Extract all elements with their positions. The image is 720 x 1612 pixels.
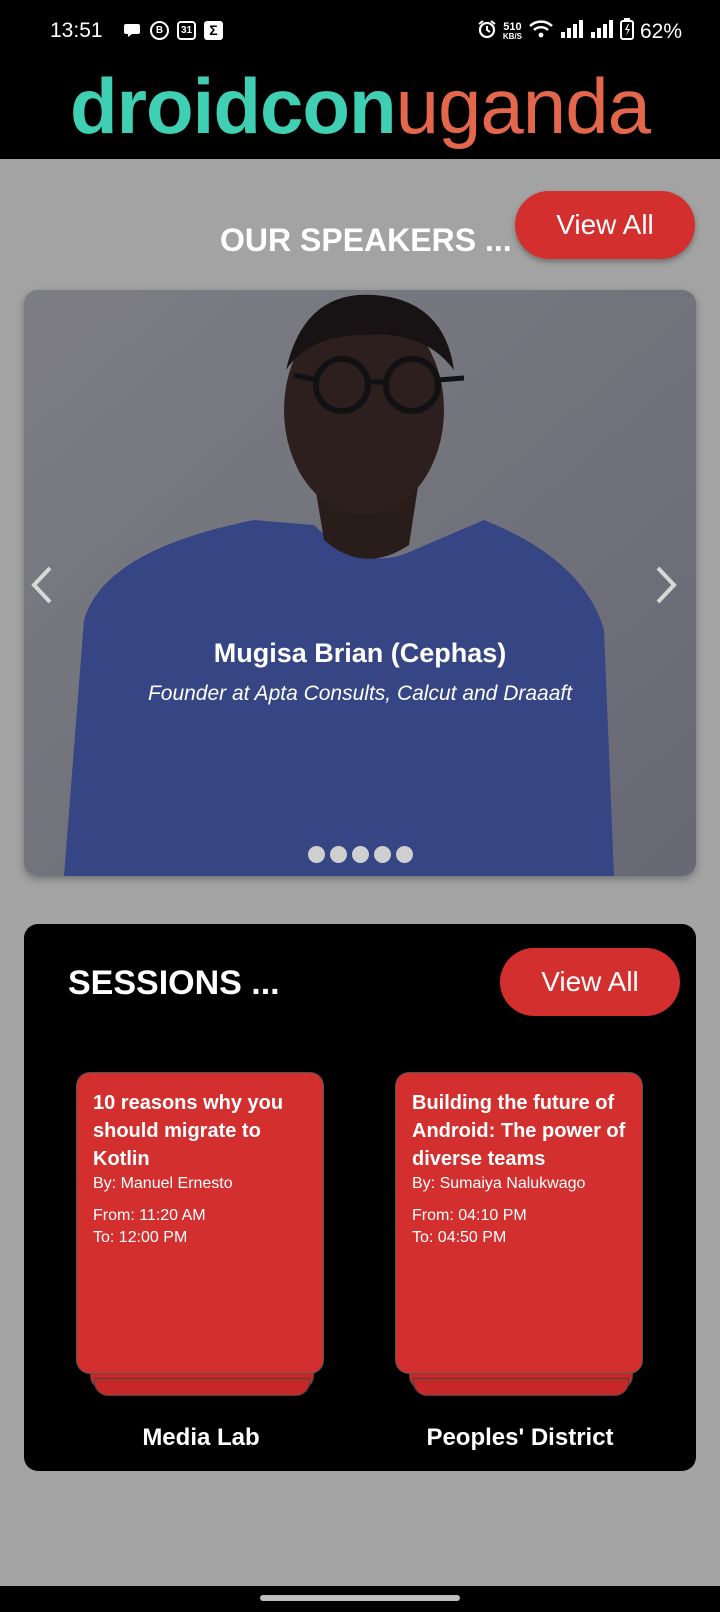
- session-title: 10 reasons why you should migrate to Kot…: [93, 1092, 284, 1170]
- session-speaker: By: Sumaiya Nalukwago: [412, 1175, 586, 1192]
- session-start: From: 04:10 PM: [412, 1207, 527, 1224]
- droidcon-logo: droidconuganda: [70, 67, 651, 145]
- app-header: droidconuganda: [0, 60, 720, 159]
- session-card-body[interactable]: 10 reasons why you should migrate to Kot…: [76, 1072, 324, 1374]
- sessions-heading: SESSIONS ...: [68, 964, 280, 1002]
- status-bar: 13:51 B 31 Σ 510 KB/S 62%: [0, 0, 720, 60]
- signal-icon-2: [590, 20, 614, 43]
- session-title: Building the future of Android: The powe…: [412, 1092, 626, 1170]
- speakers-view-all-button[interactable]: View All: [515, 191, 695, 259]
- session-card-body[interactable]: Building the future of Android: The powe…: [395, 1072, 643, 1374]
- b-icon: B: [150, 20, 169, 40]
- session-location: Peoples' District: [426, 1424, 614, 1451]
- battery-percent: 62%: [639, 19, 682, 43]
- carousel-dot[interactable]: [329, 846, 347, 863]
- speaker-role: Founder at Apta Consults, Calcut and Dra…: [147, 682, 573, 705]
- speaker-carousel[interactable]: Mugisa Brian (Cephas) Founder at Apta Co…: [24, 290, 696, 876]
- system-icons: 510 KB/S 62%: [477, 18, 682, 45]
- sessions-view-all-button[interactable]: View All: [500, 948, 680, 1016]
- alarm-icon: [477, 19, 497, 44]
- carousel-dot[interactable]: [307, 846, 325, 863]
- battery-icon: [619, 18, 634, 45]
- session-location: Media Lab: [142, 1424, 260, 1451]
- sigma-icon: Σ: [204, 20, 223, 40]
- wifi-icon: [528, 19, 554, 44]
- card-stack-layer: [94, 1378, 310, 1396]
- sessions-section: SESSIONS ... View All 10 reasons why you…: [24, 924, 696, 1471]
- card-stack-layer: [413, 1378, 629, 1396]
- session-card[interactable]: Building the future of Android: The powe…: [395, 1072, 645, 1451]
- signal-icon: [560, 20, 584, 43]
- chevron-left-icon[interactable]: [24, 560, 60, 610]
- session-end: To: 04:50 PM: [412, 1229, 507, 1246]
- system-nav-bar: [0, 1586, 720, 1612]
- photo-overlay: [24, 290, 696, 876]
- home-gesture-handle[interactable]: [260, 1595, 460, 1601]
- notification-icons: B 31 Σ: [122, 20, 223, 40]
- carousel-dot[interactable]: [373, 846, 391, 863]
- carousel-dot[interactable]: [351, 846, 369, 863]
- chevron-right-icon[interactable]: [648, 560, 684, 610]
- session-speaker: By: Manuel Ernesto: [93, 1175, 233, 1192]
- carousel-dot[interactable]: [395, 846, 413, 863]
- speakers-heading: OUR SPEAKERS ...: [220, 222, 512, 258]
- calendar-31-icon: 31: [177, 20, 196, 40]
- speaker-name: Mugisa Brian (Cephas): [213, 638, 507, 668]
- session-card[interactable]: 10 reasons why you should migrate to Kot…: [76, 1072, 326, 1451]
- status-time: 13:51: [50, 19, 103, 42]
- session-end: To: 12:00 PM: [93, 1229, 188, 1246]
- carousel-indicators: [24, 846, 696, 863]
- logo-droidcon: droidcon: [70, 61, 397, 150]
- session-start: From: 11:20 AM: [93, 1207, 206, 1224]
- logo-uganda: uganda: [395, 61, 651, 150]
- network-speed: 510 KB/S: [502, 20, 522, 41]
- chat-icon: [122, 20, 142, 40]
